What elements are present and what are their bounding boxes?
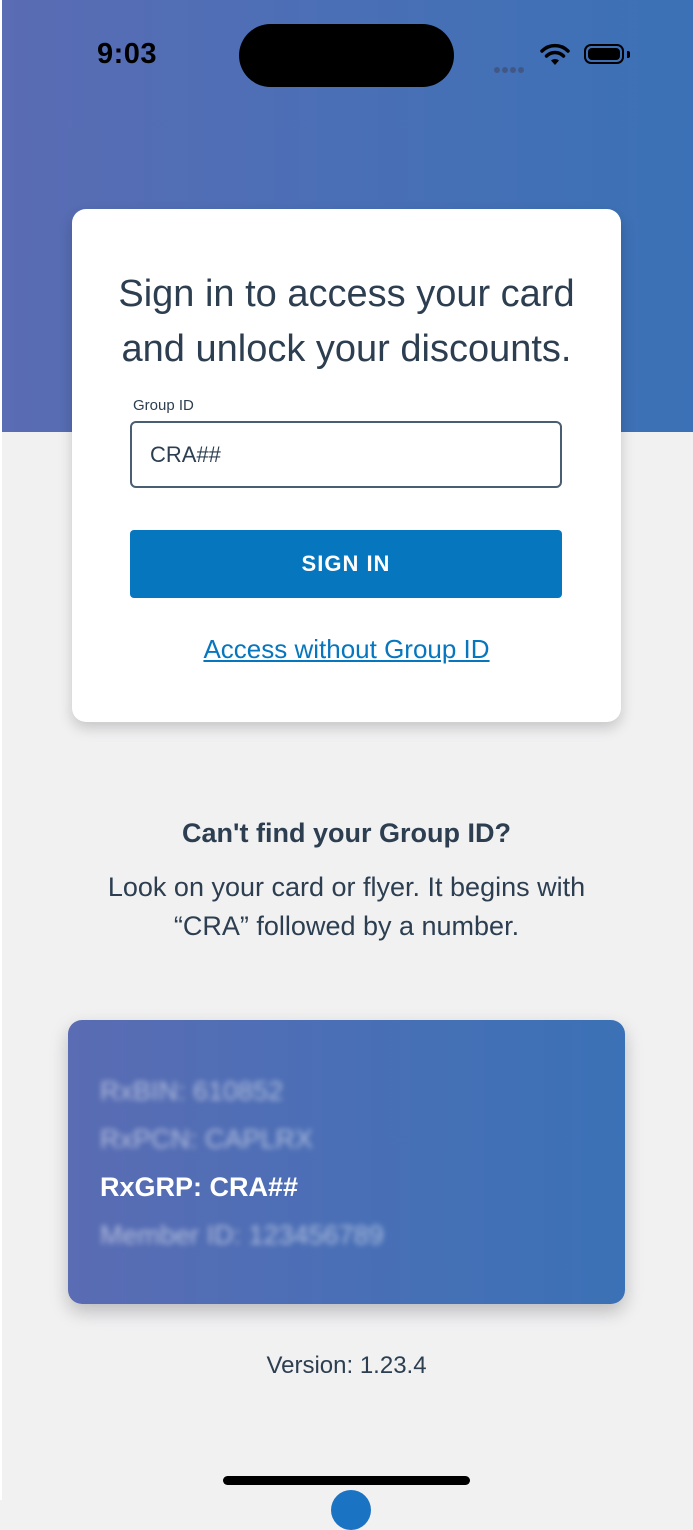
version-label: Version: 1.23.4 — [266, 1352, 427, 1379]
rxpcn-line: RxPCN: CAPLRX — [100, 1124, 314, 1154]
status-time: 9:03 — [97, 38, 158, 70]
battery-icon — [584, 44, 624, 64]
battery-nub — [627, 51, 630, 58]
rxgrp-line: RxGRP: CRA## — [100, 1172, 299, 1202]
status-bar: 9:03 — [0, 0, 693, 110]
signin-heading: Sign in to access your card and unlock y… — [72, 267, 621, 377]
sample-id-card: RxBIN: 610852 RxPCN: CAPLRX RxGRP: CRA##… — [68, 1020, 625, 1304]
dynamic-island — [239, 24, 454, 87]
screen-edge — [0, 0, 2, 1500]
signal-icon — [494, 60, 526, 78]
home-indicator[interactable] — [223, 1476, 470, 1485]
signin-card: Sign in to access your card and unlock y… — [72, 209, 621, 722]
signin-heading-line1: Sign in to access your card — [118, 273, 575, 315]
sign-in-button[interactable]: SIGN IN — [130, 530, 562, 598]
help-title: Can't find your Group ID? — [182, 818, 511, 848]
peek-tab-icon — [331, 1490, 371, 1530]
signin-heading-line2: and unlock your discounts. — [121, 328, 572, 370]
help-text-line2: “CRA” followed by a number. — [173, 911, 520, 941]
help-text-line1: Look on your card or flyer. It begins wi… — [107, 872, 586, 902]
rxbin-line: RxBIN: 610852 — [100, 1076, 284, 1106]
wifi-icon — [540, 43, 570, 72]
group-id-input[interactable] — [130, 421, 562, 488]
member-id-line: Member ID: 123456789 — [100, 1220, 384, 1250]
group-id-label: Group ID — [133, 397, 194, 414]
access-without-group-id-link[interactable]: Access without Group ID — [72, 634, 621, 665]
help-text: Look on your card or flyer. It begins wi… — [0, 868, 693, 946]
